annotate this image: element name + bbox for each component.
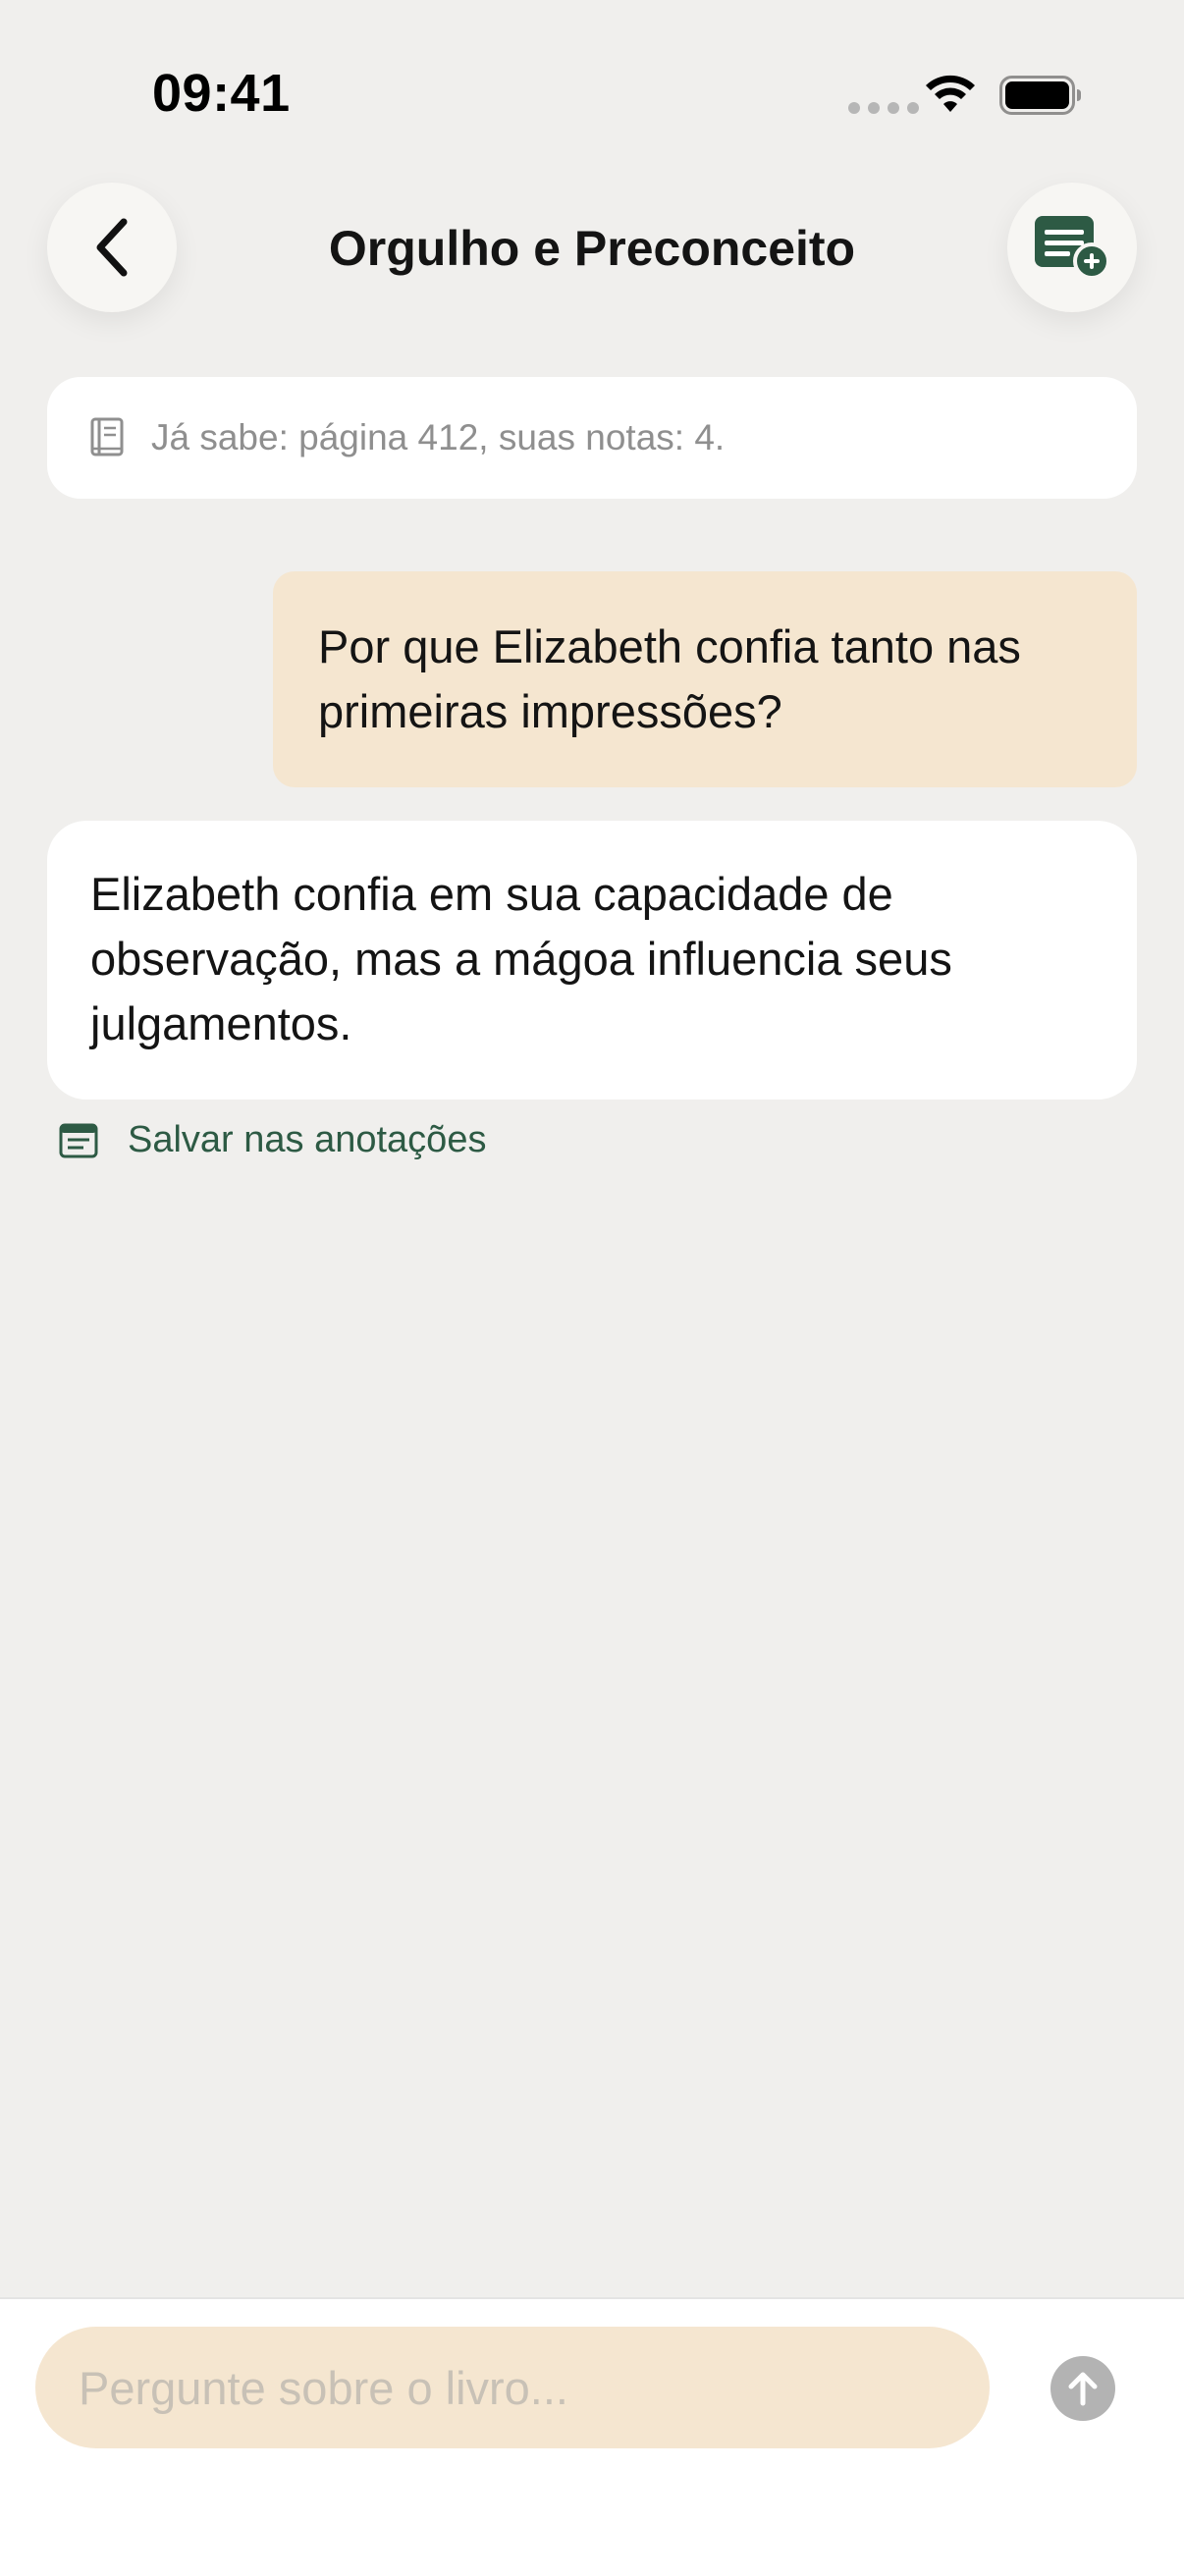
wifi-icon xyxy=(926,75,975,112)
context-text: Já sabe: página 412, suas notas: 4. xyxy=(151,417,726,457)
user-message: Por que Elizabeth confia tanto nas prime… xyxy=(273,571,1137,787)
arrow-up-icon xyxy=(1068,2372,1098,2406)
status-time: 09:41 xyxy=(152,64,291,123)
cellular-dots-icon xyxy=(848,102,919,114)
notes-add-icon xyxy=(1035,216,1110,280)
note-icon xyxy=(59,1123,98,1157)
book-icon xyxy=(90,417,124,456)
battery-icon xyxy=(999,76,1081,115)
status-bar: 09:41 xyxy=(0,0,1184,187)
save-to-notes-button[interactable]: Salvar nas anotações xyxy=(59,1119,486,1161)
add-note-button[interactable] xyxy=(1007,183,1137,312)
send-button[interactable] xyxy=(1050,2356,1115,2421)
composer-bar xyxy=(0,2297,1184,2576)
context-banner: Já sabe: página 412, suas notas: 4. xyxy=(47,377,1137,499)
save-to-notes-label: Salvar nas anotações xyxy=(128,1119,487,1160)
assistant-message: Elizabeth confia em sua capacidade de ob… xyxy=(47,821,1137,1100)
question-input[interactable] xyxy=(35,2327,990,2448)
header: Orgulho e Preconceito xyxy=(0,183,1184,312)
